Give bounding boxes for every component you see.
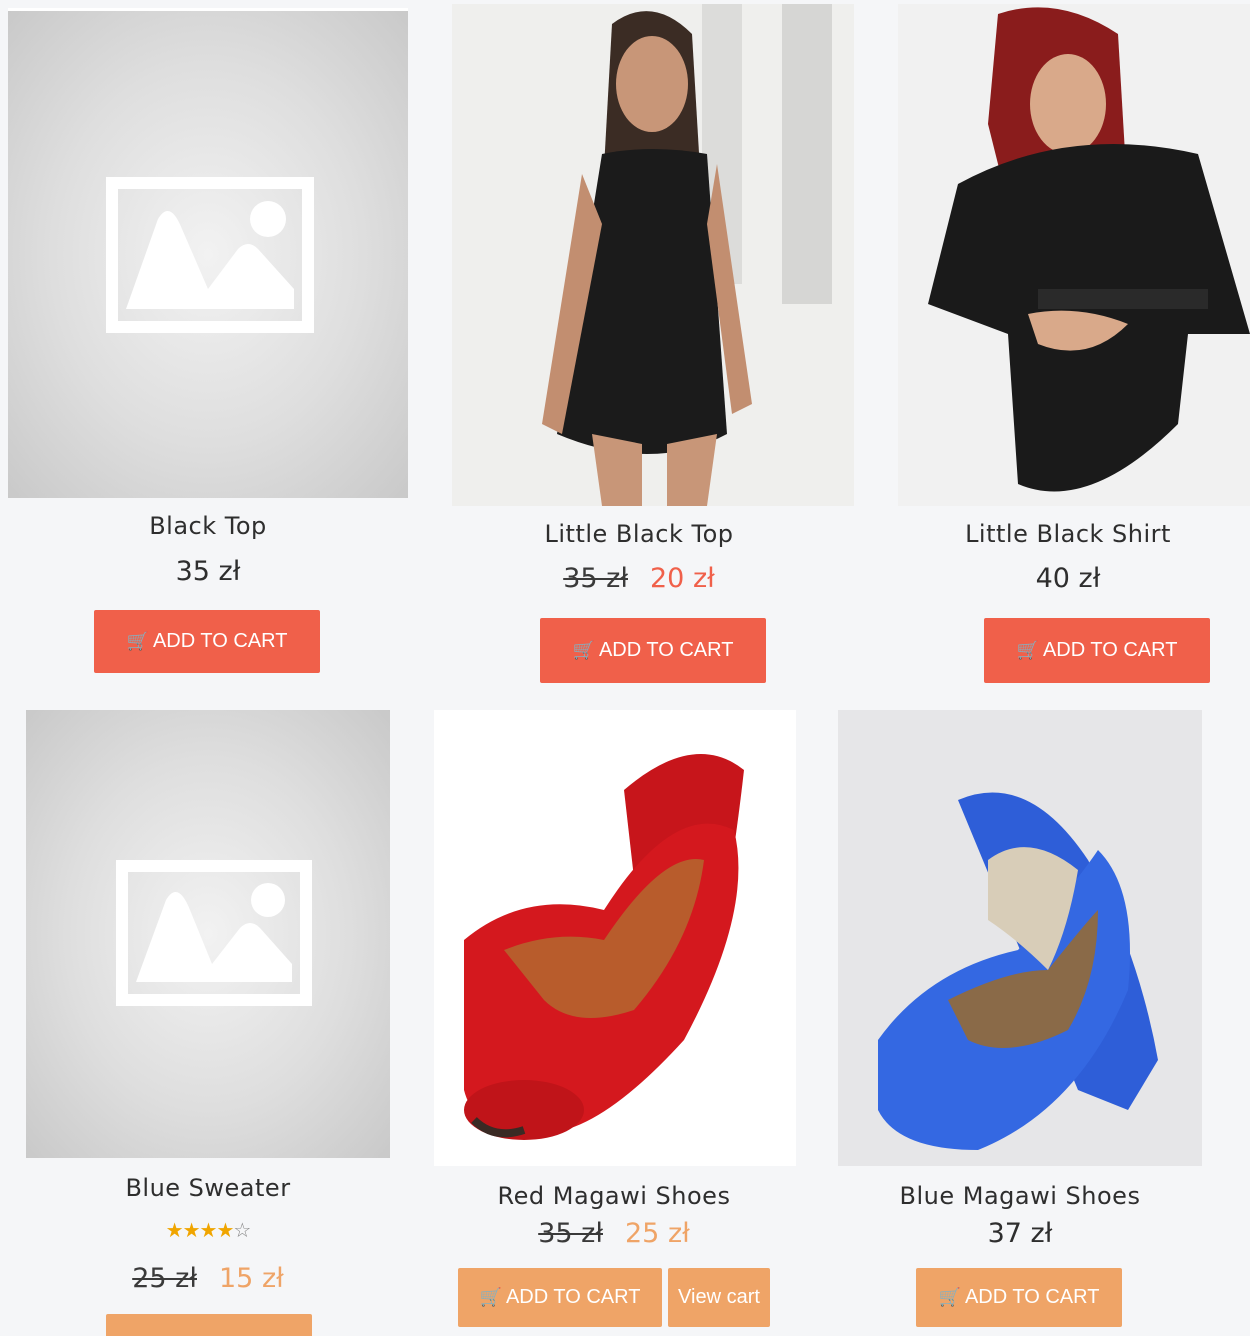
price: 37 zł bbox=[987, 1218, 1053, 1249]
product-title[interactable]: Little Black Shirt bbox=[868, 520, 1250, 548]
star-rating: ★★★★☆ bbox=[0, 1218, 416, 1242]
product-image-redhead-black-shirt[interactable] bbox=[898, 4, 1250, 506]
image-placeholder-icon bbox=[116, 860, 312, 1006]
product-image-placeholder[interactable] bbox=[26, 710, 390, 1158]
product-card-little-black-shirt: Little Black Shirt 40 zł 🛒 ADD TO CART bbox=[862, 0, 1250, 690]
product-title[interactable]: Blue Magawi Shoes bbox=[820, 1182, 1220, 1210]
product-price: 35 zł bbox=[0, 556, 416, 587]
product-image-woman-black-dress[interactable] bbox=[452, 4, 854, 506]
sale-price: 20 zł bbox=[650, 563, 715, 594]
product-price: 40 zł bbox=[868, 563, 1250, 594]
red-heels-illustration bbox=[464, 754, 744, 1140]
add-to-cart-button[interactable]: 🛒 ADD TO CART bbox=[984, 618, 1210, 683]
image-placeholder-icon bbox=[106, 177, 314, 333]
old-price: 35 zł bbox=[563, 563, 628, 594]
blue-heels-illustration bbox=[838, 710, 1202, 1166]
product-price: 35 zł 25 zł bbox=[416, 1218, 812, 1249]
product-card-black-top: Black Top 35 zł 🛒 ADD TO CART bbox=[0, 0, 416, 690]
shopping-cart-icon: 🛒 bbox=[938, 1287, 961, 1307]
add-to-cart-button[interactable]: 🛒 ADD TO CART bbox=[94, 610, 320, 673]
woman-figure-illustration bbox=[898, 4, 1250, 506]
price: 40 zł bbox=[1035, 563, 1101, 594]
old-price: 25 zł bbox=[132, 1263, 197, 1294]
woman-figure-illustration bbox=[452, 4, 854, 506]
product-image-blue-heels[interactable] bbox=[838, 710, 1202, 1166]
add-to-cart-label: ADD TO CART bbox=[152, 630, 288, 652]
product-card-blue-magawi-shoes: Blue Magawi Shoes 37 zł 🛒 ADD TO CART bbox=[820, 700, 1220, 1336]
product-card-red-magawi-shoes: Red Magawi Shoes 35 zł 25 zł 🛒 ADD TO CART… bbox=[416, 700, 820, 1336]
shopping-cart-icon: 🛒 bbox=[1016, 640, 1039, 660]
shopping-cart-icon: 🛒 bbox=[572, 640, 595, 660]
price: 35 zł bbox=[175, 556, 241, 587]
view-cart-label: View cart bbox=[678, 1286, 760, 1308]
add-to-cart-button[interactable]: 🛒 ADD TO CART bbox=[458, 1268, 662, 1327]
shopping-cart-icon: 🛒 bbox=[479, 1287, 502, 1307]
add-to-cart-button[interactable]: 🛒 ADD TO CART bbox=[916, 1268, 1122, 1327]
product-title[interactable]: Little Black Top bbox=[416, 520, 862, 548]
product-price: 25 zł 15 zł bbox=[0, 1263, 416, 1294]
product-title[interactable]: Red Magawi Shoes bbox=[416, 1182, 812, 1210]
add-to-cart-label: ADD TO CART bbox=[598, 639, 734, 661]
product-title[interactable]: Blue Sweater bbox=[0, 1174, 416, 1202]
sale-price: 25 zł bbox=[625, 1218, 690, 1249]
add-to-cart-label: ADD TO CART bbox=[505, 1286, 641, 1308]
sale-price: 15 zł bbox=[219, 1263, 284, 1294]
star-icon: ★★★★ bbox=[165, 1218, 235, 1242]
old-price: 35 zł bbox=[538, 1218, 603, 1249]
view-cart-button[interactable]: View cart bbox=[668, 1268, 770, 1327]
product-card-blue-sweater: Blue Sweater ★★★★☆ 25 zł 15 zł bbox=[0, 700, 416, 1336]
product-image-red-heels[interactable] bbox=[434, 710, 796, 1166]
star-outline-icon: ☆ bbox=[233, 1218, 251, 1242]
product-price: 35 zł 20 zł bbox=[416, 563, 862, 594]
add-to-cart-label: ADD TO CART bbox=[1042, 639, 1178, 661]
shopping-cart-icon: 🛒 bbox=[126, 631, 149, 651]
add-to-cart-label: ADD TO CART bbox=[964, 1286, 1100, 1308]
product-price: 37 zł bbox=[820, 1218, 1220, 1249]
add-to-cart-button[interactable]: 🛒 ADD TO CART bbox=[540, 618, 766, 683]
product-image-placeholder[interactable] bbox=[8, 8, 408, 498]
product-title[interactable]: Black Top bbox=[0, 512, 416, 540]
add-to-cart-button[interactable] bbox=[106, 1314, 312, 1336]
product-card-little-black-top: Little Black Top 35 zł 20 zł 🛒 ADD TO CART bbox=[416, 0, 862, 690]
